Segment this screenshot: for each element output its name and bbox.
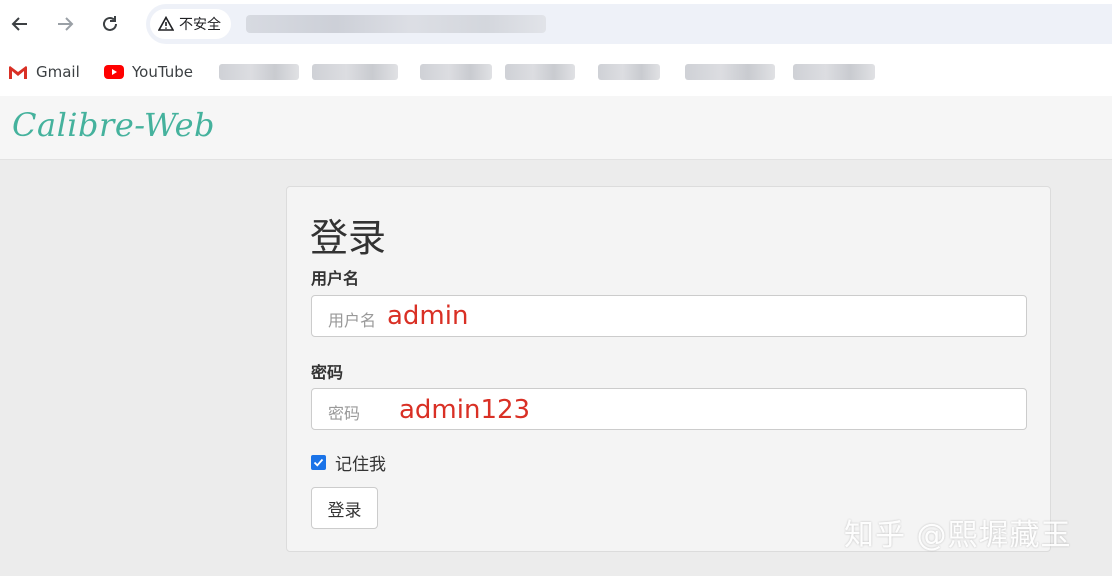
bookmark-redacted[interactable] [793, 64, 875, 80]
password-input[interactable]: 密码 admin123 [311, 388, 1027, 430]
address-bar[interactable]: 不安全 [146, 4, 1112, 44]
youtube-icon [104, 65, 124, 79]
bookmark-redacted[interactable] [219, 64, 299, 80]
bookmark-redacted[interactable] [685, 64, 775, 80]
password-annotation: admin123 [399, 395, 531, 425]
page-title: 登录 [310, 216, 387, 260]
remember-me[interactable]: 记住我 [311, 450, 386, 475]
back-arrow-icon [11, 17, 27, 31]
username-placeholder: 用户名 [328, 311, 377, 330]
username-input[interactable]: 用户名 admin [311, 295, 1027, 337]
app-navbar: Calibre-Web [0, 96, 1112, 160]
bookmarks-bar: Gmail YouTube [0, 48, 1112, 96]
bookmark-redacted[interactable] [598, 64, 660, 80]
reload-button[interactable] [96, 10, 124, 38]
browser-toolbar: 不安全 [0, 0, 1112, 48]
url-redacted [246, 15, 546, 33]
password-label: 密码 [311, 363, 344, 382]
bookmark-redacted[interactable] [505, 64, 575, 80]
remember-checkbox[interactable] [311, 455, 326, 470]
warning-icon [158, 16, 174, 31]
back-button[interactable] [6, 10, 34, 38]
security-label: 不安全 [179, 17, 221, 33]
forward-arrow-icon [58, 17, 74, 31]
bookmark-redacted[interactable] [420, 64, 492, 80]
bookmark-youtube[interactable]: YouTube [104, 62, 193, 82]
bookmark-redacted[interactable] [312, 64, 398, 80]
app-logo[interactable]: Calibre-Web [12, 106, 215, 144]
gmail-icon [9, 66, 27, 79]
username-annotation: admin [387, 301, 469, 331]
forward-button[interactable] [51, 10, 79, 38]
password-placeholder: 密码 [328, 404, 361, 423]
login-panel: 登录 用户名 用户名 admin 密码 密码 admin123 记住我 登录 [286, 186, 1051, 552]
username-label: 用户名 [311, 269, 360, 288]
watermark: 知乎 @熙墀藏玉 [844, 518, 1072, 553]
reload-icon [103, 16, 117, 31]
bookmark-label: Gmail [36, 63, 80, 81]
security-indicator[interactable]: 不安全 [150, 9, 231, 39]
check-icon [313, 458, 324, 467]
bookmark-label: YouTube [132, 63, 193, 81]
login-button[interactable]: 登录 [311, 487, 378, 529]
bookmark-gmail[interactable]: Gmail [8, 62, 80, 82]
remember-label: 记住我 [335, 455, 386, 475]
